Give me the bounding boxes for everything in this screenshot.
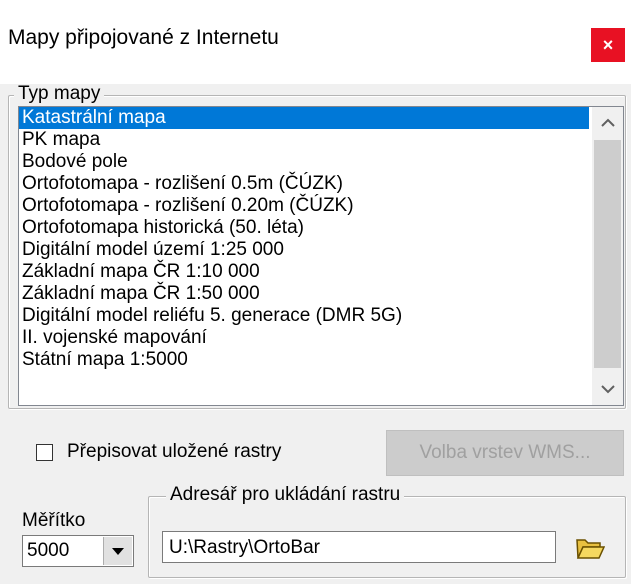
- scroll-up-arrow-icon[interactable]: [592, 107, 623, 138]
- vertical-scrollbar[interactable]: [592, 107, 623, 405]
- browse-folder-button[interactable]: [570, 531, 610, 565]
- list-item[interactable]: Ortofotomapa - rozlišení 0.20m (ČÚZK): [19, 195, 591, 217]
- directory-input[interactable]: U:\Rastry\OrtoBar: [162, 531, 556, 563]
- list-item[interactable]: Ortofotomapa - rozlišení 0.5m (ČÚZK): [19, 173, 591, 195]
- list-item[interactable]: Digitální model reliéfu 5. generace (DMR…: [19, 305, 591, 327]
- map-type-legend: Typ mapy: [14, 84, 105, 104]
- list-item[interactable]: Bodové pole: [19, 151, 591, 173]
- wms-layers-button-label: Volba vrstev WMS...: [419, 442, 591, 463]
- overwrite-checkbox-row[interactable]: Přepisovat uložené rastry: [36, 441, 281, 463]
- list-item[interactable]: PK mapa: [19, 129, 591, 151]
- overwrite-checkbox-label: Přepisovat uložené rastry: [67, 441, 282, 462]
- map-type-list: Katastrální mapa PK mapa Bodové pole Ortofo…: [19, 107, 591, 405]
- list-item[interactable]: Digitální model území 1:25 000: [19, 239, 591, 261]
- window-title: Mapy připojované z Internetu: [8, 26, 279, 49]
- scroll-thumb[interactable]: [594, 140, 621, 368]
- directory-legend: Adresář pro ukládání rastru: [166, 485, 405, 505]
- scroll-down-arrow-icon[interactable]: [592, 374, 623, 405]
- chevron-down-icon: [112, 547, 124, 555]
- scale-combobox[interactable]: 5000: [22, 535, 134, 567]
- list-item[interactable]: Státní mapa 1:5000: [19, 349, 591, 371]
- scale-label: Měřítko: [22, 510, 86, 531]
- list-item[interactable]: Katastrální mapa: [19, 107, 589, 129]
- list-item[interactable]: Základní mapa ČR 1:10 000: [19, 261, 591, 283]
- list-item[interactable]: Základní mapa ČR 1:50 000: [19, 283, 591, 305]
- list-item[interactable]: Ortofotomapa historická (50. léta): [19, 217, 591, 239]
- wms-layers-button[interactable]: Volba vrstev WMS...: [386, 430, 624, 476]
- close-button[interactable]: ×: [591, 28, 625, 62]
- close-icon: ×: [602, 34, 614, 55]
- list-item[interactable]: II. vojenské mapování: [19, 327, 591, 349]
- scale-value: 5000: [27, 540, 70, 561]
- folder-open-icon: [576, 539, 605, 559]
- dropdown-button[interactable]: [103, 537, 132, 565]
- title-bar: Mapy připojované z Internetu ×: [0, 0, 631, 84]
- map-type-listbox[interactable]: Katastrální mapa PK mapa Bodové pole Ortofo…: [18, 106, 624, 406]
- overwrite-checkbox[interactable]: [36, 443, 53, 461]
